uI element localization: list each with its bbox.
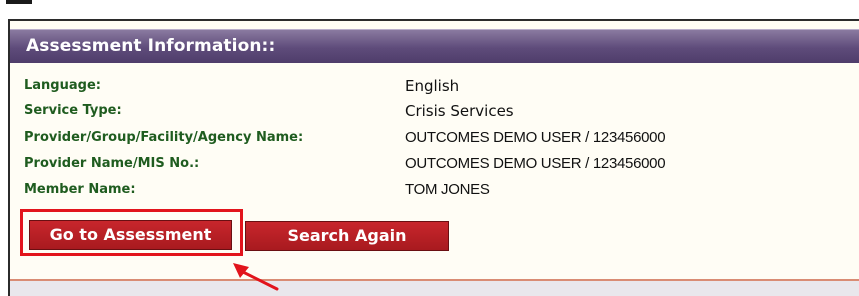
assessment-information-panel: Assessment Information:: Language: Engli… [8, 19, 859, 296]
go-to-assessment-button[interactable]: Go to Assessment [29, 220, 232, 250]
field-row-service-type: Service Type: Crisis Services [24, 102, 854, 125]
field-value: English [405, 77, 460, 95]
field-label: Provider/Group/Facility/Agency Name: [24, 130, 304, 145]
field-value: Crisis Services [405, 102, 514, 120]
field-value: TOM JONES [405, 181, 490, 198]
field-value: OUTCOMES DEMO USER / 123456000 [405, 155, 666, 172]
field-value: OUTCOMES DEMO USER / 123456000 [405, 129, 666, 146]
field-label: Member Name: [24, 182, 136, 197]
panel-title: Assessment Information:: [26, 36, 276, 56]
field-label: Language: [24, 78, 101, 93]
field-row-provider-agency: Provider/Group/Facility/Agency Name: OUT… [24, 129, 854, 152]
field-row-language: Language: English [24, 77, 854, 100]
panel-header: Assessment Information:: [10, 29, 859, 63]
field-label: Provider Name/MIS No.: [24, 156, 200, 171]
panel-footer [10, 281, 859, 296]
screenshot-stage: Assessment Information:: Language: Engli… [0, 0, 859, 296]
field-row-member-name: Member Name: TOM JONES [24, 181, 854, 204]
field-row-provider-mis: Provider Name/MIS No.: OUTCOMES DEMO USE… [24, 155, 854, 178]
top-edge-mark [6, 0, 32, 4]
field-label: Service Type: [24, 103, 122, 118]
search-again-button[interactable]: Search Again [245, 221, 449, 251]
